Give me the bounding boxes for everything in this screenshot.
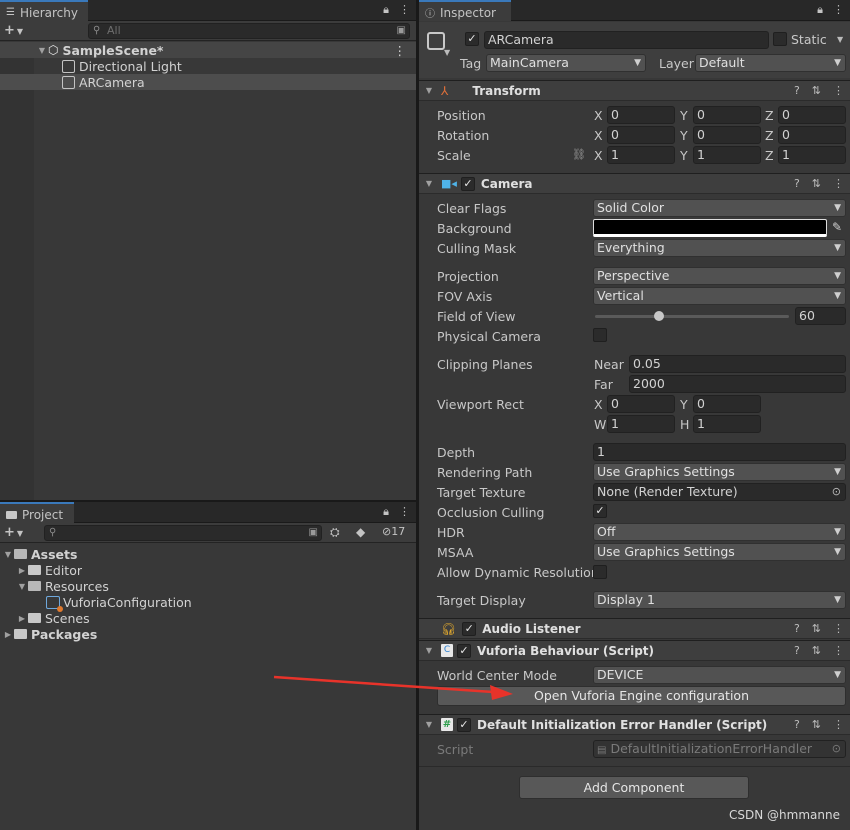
annotation-arrow [273,675,513,700]
arrow-shaft [273,675,494,694]
watermark: CSDN @hmmanne [729,808,840,822]
arrow-head [490,685,513,700]
